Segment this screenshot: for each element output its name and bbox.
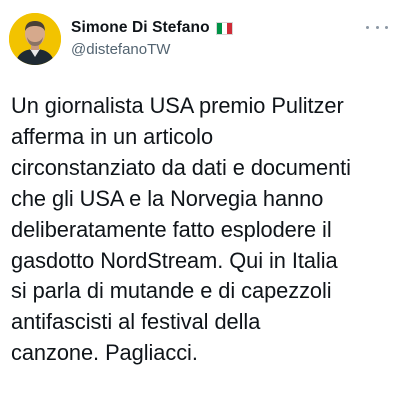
avatar-portrait — [9, 13, 61, 65]
italian-flag-icon — [215, 21, 233, 35]
author-display-name[interactable]: Simone Di Stefano — [71, 19, 210, 37]
author-name-row[interactable]: Simone Di Stefano — [71, 19, 233, 37]
tweet-text: Un giornalista USA premio Pulitzer affer… — [11, 93, 351, 366]
tweet-card[interactable]: Simone Di Stefano @distefanoTW Un giorna… — [0, 0, 400, 400]
author-handle[interactable]: @distefanoTW — [71, 41, 170, 58]
more-options-icon[interactable] — [366, 20, 388, 34]
avatar[interactable] — [9, 13, 61, 65]
